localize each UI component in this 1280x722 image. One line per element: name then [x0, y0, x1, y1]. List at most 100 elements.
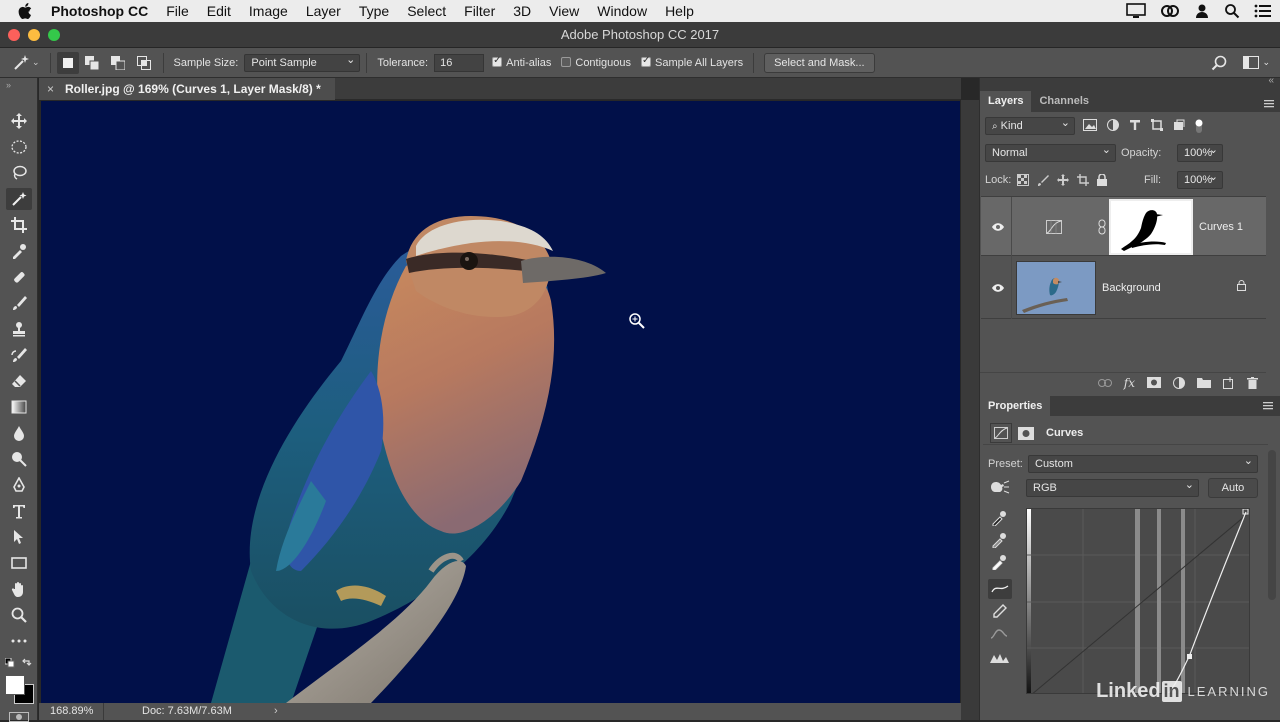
- minimize-window-button[interactable]: [28, 29, 40, 41]
- pen-tool-icon[interactable]: [6, 474, 32, 496]
- mask-properties-icon[interactable]: [1018, 426, 1034, 440]
- background-layer-thumbnail[interactable]: [1016, 261, 1096, 315]
- zoom-tool-icon[interactable]: [6, 604, 32, 626]
- creative-cloud-icon[interactable]: [1160, 3, 1180, 19]
- document-tab[interactable]: × Roller.jpg @ 169% (Curves 1, Layer Mas…: [39, 78, 335, 100]
- new-fill-adjustment-icon[interactable]: [1173, 376, 1185, 389]
- link-layers-icon[interactable]: [1097, 378, 1112, 387]
- zoom-level[interactable]: 168.89%: [50, 703, 93, 720]
- eyedropper-tool-icon[interactable]: [6, 240, 32, 262]
- menu-type[interactable]: Type: [350, 0, 398, 22]
- tab-layers[interactable]: Layers: [980, 91, 1032, 112]
- properties-tab[interactable]: Properties: [980, 396, 1051, 416]
- mask-link-icon[interactable]: [1098, 219, 1106, 235]
- clone-stamp-tool-icon[interactable]: [6, 318, 32, 340]
- filter-toggle-icon[interactable]: [1195, 119, 1203, 133]
- sample-size-select[interactable]: Point Sample: [244, 52, 361, 72]
- add-selection-mode[interactable]: [79, 55, 105, 70]
- foreground-color-swatch[interactable]: [5, 675, 25, 695]
- preset-select[interactable]: Custom: [1028, 453, 1258, 473]
- spotlight-icon[interactable]: [1224, 3, 1240, 19]
- close-tab-icon[interactable]: ×: [47, 78, 54, 100]
- filter-pixel-icon[interactable]: [1083, 119, 1097, 133]
- layers-panel-menu-icon[interactable]: [1264, 100, 1280, 112]
- lock-all-icon[interactable]: [1097, 174, 1107, 186]
- lock-position-icon[interactable]: [1057, 174, 1069, 186]
- history-brush-tool-icon[interactable]: [6, 344, 32, 366]
- menu-help[interactable]: Help: [656, 0, 703, 22]
- subtract-selection-mode[interactable]: [105, 55, 131, 70]
- filter-shape-icon[interactable]: [1151, 119, 1163, 133]
- magic-wand-tool-icon[interactable]: [6, 188, 32, 210]
- display-icon[interactable]: [1126, 3, 1146, 19]
- select-and-mask-button[interactable]: Select and Mask...: [764, 52, 875, 73]
- intersect-selection-mode[interactable]: [131, 55, 157, 70]
- layer-filter-kind[interactable]: ⌕ Kind: [985, 115, 1075, 135]
- close-window-button[interactable]: [8, 29, 20, 41]
- layer-row-background[interactable]: Background: [981, 257, 1266, 319]
- lock-transparent-icon[interactable]: [1017, 174, 1029, 186]
- targeted-adjustment-icon[interactable]: [990, 480, 1010, 494]
- fx-icon[interactable]: fx: [1124, 376, 1135, 390]
- new-group-icon[interactable]: [1197, 377, 1211, 388]
- properties-menu-icon[interactable]: [1263, 402, 1273, 410]
- default-colors-icon[interactable]: [5, 658, 15, 668]
- zoom-window-button[interactable]: [48, 29, 60, 41]
- lock-artboard-icon[interactable]: [1077, 174, 1089, 186]
- layer-mask-thumbnail[interactable]: [1109, 199, 1193, 255]
- apple-icon[interactable]: [0, 3, 41, 19]
- crop-tool-icon[interactable]: [6, 214, 32, 236]
- curves-properties-icon[interactable]: [990, 423, 1012, 443]
- menu-edit[interactable]: Edit: [198, 0, 240, 22]
- lasso-tool-icon[interactable]: [6, 162, 32, 184]
- auto-button[interactable]: Auto: [1208, 478, 1258, 498]
- layer-row-curves[interactable]: Curves 1: [981, 196, 1266, 257]
- add-mask-icon[interactable]: [1147, 377, 1161, 388]
- visibility-eye-icon[interactable]: [991, 222, 1005, 232]
- search-icon[interactable]: [1211, 55, 1227, 71]
- channel-select[interactable]: RGB: [1026, 477, 1199, 497]
- smooth-curve-icon[interactable]: [990, 628, 1008, 640]
- visibility-eye-icon[interactable]: [991, 283, 1005, 293]
- lock-pixels-icon[interactable]: [1037, 174, 1049, 186]
- notification-list-icon[interactable]: [1254, 4, 1272, 18]
- curves-graph[interactable]: [1026, 508, 1250, 694]
- sample-gray-point-icon[interactable]: [991, 532, 1007, 548]
- move-tool-icon[interactable]: [6, 110, 32, 132]
- collapse-tools-icon[interactable]: »: [0, 78, 37, 90]
- filter-type-icon[interactable]: [1129, 119, 1141, 133]
- filter-smart-object-icon[interactable]: [1173, 119, 1185, 133]
- menu-image[interactable]: Image: [240, 0, 297, 22]
- rectangle-tool-icon[interactable]: [6, 552, 32, 574]
- tolerance-input[interactable]: 16: [434, 53, 485, 72]
- clipping-warning-icon[interactable]: [989, 652, 1011, 664]
- tab-channels[interactable]: Channels: [1031, 91, 1097, 112]
- menu-3d[interactable]: 3D: [504, 0, 540, 22]
- pencil-curve-icon[interactable]: [991, 604, 1007, 620]
- path-selection-tool-icon[interactable]: [6, 526, 32, 548]
- contiguous-checkbox[interactable]: Contiguous: [561, 56, 631, 69]
- swap-colors-icon[interactable]: [22, 658, 32, 668]
- anti-alias-checkbox[interactable]: Anti-alias: [492, 55, 551, 69]
- properties-scrollbar[interactable]: [1268, 450, 1276, 600]
- menu-view[interactable]: View: [540, 0, 588, 22]
- gradient-tool-icon[interactable]: [6, 396, 32, 418]
- tool-preset-picker[interactable]: ⌄: [8, 54, 44, 72]
- menu-select[interactable]: Select: [398, 0, 455, 22]
- type-tool-icon[interactable]: [6, 500, 32, 522]
- menu-app-name[interactable]: Photoshop CC: [41, 0, 157, 22]
- fill-input[interactable]: 100%: [1177, 169, 1223, 189]
- marquee-tool-icon[interactable]: [6, 136, 32, 158]
- brush-tool-icon[interactable]: [6, 292, 32, 314]
- status-menu-arrow-icon[interactable]: ›: [274, 703, 278, 720]
- menu-file[interactable]: File: [157, 0, 198, 22]
- menu-filter[interactable]: Filter: [455, 0, 504, 22]
- curve-points-tool-icon[interactable]: [988, 579, 1012, 599]
- user-icon[interactable]: [1194, 3, 1210, 19]
- document-canvas[interactable]: [41, 101, 960, 703]
- eraser-tool-icon[interactable]: [6, 370, 32, 392]
- sample-black-point-icon[interactable]: [991, 510, 1007, 526]
- hand-tool-icon[interactable]: [6, 578, 32, 600]
- new-layer-icon[interactable]: [1223, 376, 1235, 389]
- dodge-tool-icon[interactable]: [6, 448, 32, 470]
